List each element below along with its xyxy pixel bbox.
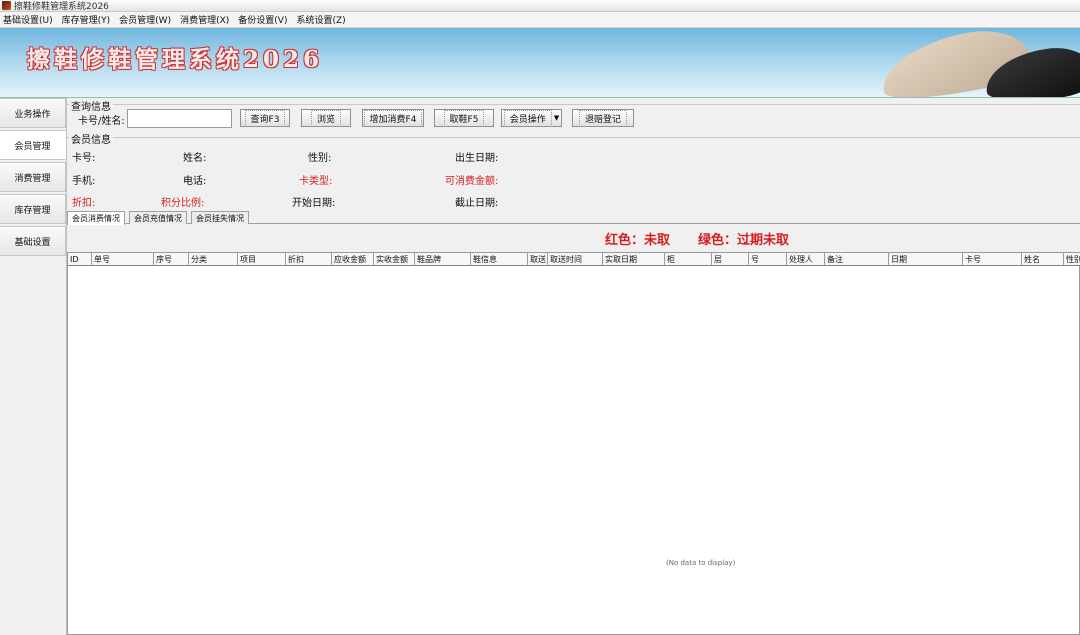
- query-group-label: 查询信息: [69, 98, 113, 113]
- sidebar-item-member[interactable]: 会员管理: [0, 130, 66, 160]
- sidebar-item-basic[interactable]: 基础设置: [0, 226, 66, 256]
- gender-label: 性别:: [308, 153, 332, 164]
- column-header[interactable]: 姓名: [1022, 253, 1064, 266]
- balance-label: 可消费金额:: [445, 176, 499, 187]
- column-header[interactable]: 应收金额: [332, 253, 374, 266]
- chevron-down-icon: ▼: [553, 114, 560, 122]
- sidebar-item-consumption[interactable]: 消费管理: [0, 162, 66, 192]
- column-header[interactable]: 实收金额: [374, 253, 415, 266]
- member-group-label: 会员信息: [69, 131, 113, 146]
- refund-register-button[interactable]: 退赔登记: [572, 109, 634, 127]
- end-date-label: 截止日期:: [455, 198, 499, 209]
- banner-title: 擦鞋修鞋管理系统2026: [27, 46, 324, 73]
- take-shoes-button[interactable]: 取鞋F5: [434, 109, 494, 127]
- main-content: 查询信息 卡号/姓名: 查询F3 浏览 增加消费F4 取鞋F5 会员操作 ▼ 退…: [67, 98, 1080, 635]
- menu-bar: 基础设置(U) 库存管理(Y) 会员管理(W) 消费管理(X) 备份设置(V) …: [0, 12, 1080, 28]
- birth-date-label: 出生日期:: [455, 153, 499, 164]
- tab-member-loss[interactable]: 会员挂失情况: [191, 211, 249, 224]
- column-header[interactable]: 处理人: [787, 253, 825, 266]
- column-header[interactable]: 备注: [825, 253, 889, 266]
- column-header[interactable]: 取送时间: [548, 253, 603, 266]
- column-header[interactable]: 项目: [238, 253, 286, 266]
- discount-label: 折扣:: [72, 198, 96, 209]
- menu-backup[interactable]: 备份设置(V): [238, 13, 287, 26]
- menu-system[interactable]: 系统设置(Z): [296, 13, 345, 26]
- tab-member-consumption[interactable]: 会员消费情况: [67, 211, 125, 225]
- app-icon: [2, 1, 11, 10]
- sidebar-item-business[interactable]: 业务操作: [0, 98, 66, 128]
- column-header[interactable]: 序号: [154, 253, 189, 266]
- name-label: 姓名:: [183, 153, 207, 164]
- column-header[interactable]: 单号: [92, 253, 154, 266]
- grid-header: ID 单号 序号 分类 项目 折扣 应收金额 实收金额 鞋品牌 鞋信息 取送 取…: [68, 253, 1080, 266]
- legend-red-text: 红色：未取: [605, 233, 671, 248]
- column-header[interactable]: ID: [68, 253, 92, 266]
- mobile-label: 手机:: [72, 176, 96, 187]
- records-grid[interactable]: ID 单号 序号 分类 项目 折扣 应收金额 实收金额 鞋品牌 鞋信息 取送 取…: [67, 252, 1080, 635]
- member-ops-label: 会员操作: [503, 109, 552, 127]
- header-banner: 擦鞋修鞋管理系统2026: [0, 28, 1080, 98]
- member-ops-button[interactable]: 会员操作 ▼: [501, 109, 562, 127]
- column-header[interactable]: 折扣: [286, 253, 332, 266]
- query-group-border: [67, 104, 1080, 105]
- column-header[interactable]: 层: [712, 253, 749, 266]
- menu-consumption[interactable]: 消费管理(X): [180, 13, 229, 26]
- legend-green-text: 绿色：过期未取: [698, 233, 790, 248]
- card-name-input[interactable]: [127, 109, 232, 128]
- card-type-label: 卡类型:: [299, 176, 333, 187]
- column-header[interactable]: 性别: [1064, 253, 1080, 266]
- column-header[interactable]: 柜: [665, 253, 712, 266]
- card-name-label: 卡号/姓名:: [78, 116, 125, 127]
- column-header[interactable]: 号: [749, 253, 787, 266]
- query-button[interactable]: 查询F3: [240, 109, 290, 127]
- sidebar: 业务操作 会员管理 消费管理 库存管理 基础设置: [0, 98, 67, 635]
- empty-grid-message: (No data to display): [666, 559, 736, 567]
- column-header[interactable]: 取送: [528, 253, 548, 266]
- card-no-label: 卡号:: [72, 153, 96, 164]
- column-header[interactable]: 分类: [189, 253, 238, 266]
- menu-basic-settings[interactable]: 基础设置(U): [3, 13, 53, 26]
- phone-label: 电话:: [183, 176, 207, 187]
- column-header[interactable]: 实取日期: [603, 253, 665, 266]
- points-ratio-label: 积分比例:: [161, 198, 205, 209]
- column-header[interactable]: 鞋信息: [471, 253, 528, 266]
- browse-button[interactable]: 浏览: [301, 109, 351, 127]
- window-title: 擦鞋修鞋管理系统2026: [14, 2, 109, 12]
- member-group-border: [67, 137, 1080, 138]
- title-bar: 擦鞋修鞋管理系统2026: [0, 0, 1080, 12]
- column-header[interactable]: 鞋品牌: [415, 253, 471, 266]
- menu-member[interactable]: 会员管理(W): [119, 13, 171, 26]
- column-header[interactable]: 日期: [889, 253, 963, 266]
- add-consume-button[interactable]: 增加消费F4: [362, 109, 424, 127]
- menu-inventory[interactable]: 库存管理(Y): [62, 13, 111, 26]
- start-date-label: 开始日期:: [292, 198, 336, 209]
- tab-member-recharge[interactable]: 会员充值情况: [129, 211, 187, 224]
- sidebar-item-inventory[interactable]: 库存管理: [0, 194, 66, 224]
- member-tabs: 会员消费情况 会员充值情况 会员挂失情况: [67, 211, 1080, 225]
- column-header[interactable]: 卡号: [963, 253, 1022, 266]
